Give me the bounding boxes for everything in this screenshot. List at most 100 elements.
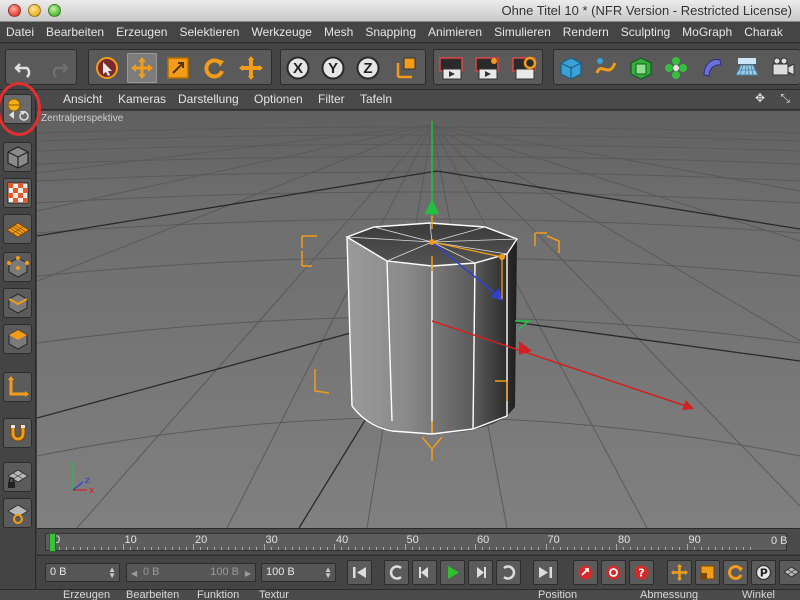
go-to-start-button[interactable] <box>347 560 372 585</box>
selection-tool-button[interactable] <box>92 53 122 83</box>
viewport-menu-ansicht[interactable]: Ansicht <box>63 92 102 106</box>
workplane-mode-button[interactable] <box>3 214 32 244</box>
timeline-tick-mark <box>686 544 688 550</box>
polygon-mode-button[interactable] <box>3 324 32 354</box>
axis-z-button[interactable]: Z <box>353 53 383 83</box>
menu-werkzeuge[interactable]: Werkzeuge <box>245 22 317 42</box>
edge-mode-button[interactable] <box>3 288 32 318</box>
render-view-button[interactable] <box>436 53 466 83</box>
move-tool-button[interactable] <box>127 53 157 83</box>
viewport-menu-tafeln[interactable]: Tafeln <box>360 92 392 106</box>
axis-y-button[interactable]: Y <box>318 53 348 83</box>
timeline-minor-tick <box>644 547 646 550</box>
menu-snapping[interactable]: Snapping <box>359 22 422 42</box>
auto-key-button[interactable] <box>601 560 626 585</box>
viewport-navigation-controls[interactable]: ✥ ⤡ <box>755 91 796 106</box>
scale-tool-button[interactable] <box>163 53 193 83</box>
model-mode-button[interactable] <box>3 142 32 172</box>
key-parameter-button[interactable]: P <box>751 560 776 585</box>
object-axis-button[interactable] <box>3 372 32 402</box>
timeline-tick-mark <box>616 544 617 550</box>
end-frame-field[interactable]: 100 B ▲ ▼ <box>261 563 336 582</box>
transport-bar: 0 B ▲ ▼ ◀ 0 B 100 B ▶ 100 B ▲ ▼ ? P <box>37 555 800 589</box>
point-mode-button[interactable] <box>3 252 32 282</box>
timeline-minor-tick <box>185 547 187 550</box>
previous-frame-button[interactable] <box>412 560 437 585</box>
timeline-minor-tick <box>94 547 96 550</box>
menu-bearbeiten[interactable]: Bearbeiten <box>40 22 110 42</box>
camera-object-button[interactable] <box>768 53 798 83</box>
record-keys-button[interactable] <box>573 560 598 585</box>
axis-y-label: Y <box>327 59 338 77</box>
render-settings-button[interactable] <box>509 53 539 83</box>
live-selection-button[interactable] <box>236 53 266 83</box>
key-scale-icon <box>700 565 715 580</box>
minimize-window-button[interactable] <box>28 4 41 17</box>
floor-object-button[interactable] <box>732 53 762 83</box>
spline-pen-button[interactable] <box>591 53 621 83</box>
next-key-button[interactable] <box>496 560 521 585</box>
material-menu-textur[interactable]: Textur <box>259 590 289 600</box>
start-frame-field[interactable]: 0 B ▲ ▼ <box>45 563 120 582</box>
key-scale-button[interactable] <box>695 560 720 585</box>
timeline-tick-label: 30 <box>265 534 278 546</box>
viewport-menu-darstellung[interactable]: Darstellung <box>178 92 239 106</box>
cloner-button[interactable] <box>661 53 691 83</box>
points-cube-icon <box>6 256 29 278</box>
timeline-minor-tick <box>432 547 434 550</box>
play-button[interactable] <box>440 560 465 585</box>
timeline-track[interactable]: 0 10 20 30 40 50 60 70 80 90 <box>45 533 787 552</box>
end-frame-spinner-icon[interactable]: ▲ ▼ <box>324 566 332 580</box>
texture-mode-button[interactable] <box>3 178 32 208</box>
cube-object-button[interactable] <box>556 53 586 83</box>
deformer-button[interactable] <box>697 53 727 83</box>
subdivision-surface-button[interactable] <box>626 53 656 83</box>
frame-range-slider[interactable]: ◀ 0 B 100 B ▶ <box>126 563 256 582</box>
workplane-rotate-button[interactable] <box>3 498 32 528</box>
menu-selektieren[interactable]: Selektieren <box>173 22 245 42</box>
menu-sculpting[interactable]: Sculpting <box>615 22 676 42</box>
step-forward-icon <box>477 567 486 578</box>
material-menu-bearbeiten[interactable]: Bearbeiten <box>126 590 179 600</box>
menu-charakter[interactable]: Charak <box>738 22 789 42</box>
timeline-minor-tick <box>108 547 110 550</box>
previous-key-button[interactable] <box>384 560 409 585</box>
key-position-button[interactable] <box>667 560 692 585</box>
menu-erzeugen[interactable]: Erzeugen <box>110 22 173 42</box>
next-frame-button[interactable] <box>468 560 493 585</box>
timeline[interactable]: 0 10 20 30 40 50 60 70 80 90 0 B <box>37 528 800 554</box>
snapping-button[interactable] <box>3 418 32 448</box>
viewport-menu-optionen[interactable]: Optionen <box>254 92 303 106</box>
menu-rendern[interactable]: Rendern <box>557 22 615 42</box>
start-frame-spinner-icon[interactable]: ▲ ▼ <box>108 566 116 580</box>
menu-mograph[interactable]: MoGraph <box>676 22 738 42</box>
redo-button[interactable] <box>43 53 73 83</box>
timeline-playhead[interactable] <box>49 533 56 552</box>
menu-simulieren[interactable]: Simulieren <box>488 22 557 42</box>
undo-button[interactable] <box>10 53 40 83</box>
rotate-tool-button[interactable] <box>199 53 229 83</box>
keyframe-selection-button[interactable]: ? <box>629 560 654 585</box>
menu-mesh[interactable]: Mesh <box>318 22 359 42</box>
redo-icon <box>52 63 69 78</box>
maximize-window-button[interactable] <box>48 4 61 17</box>
close-window-button[interactable] <box>8 4 21 17</box>
locked-workplane-button[interactable] <box>3 462 32 492</box>
viewport-menu-filter[interactable]: Filter <box>318 92 345 106</box>
key-rotation-button[interactable] <box>723 560 748 585</box>
render-picture-viewer-button[interactable] <box>472 53 502 83</box>
timeline-minor-tick <box>728 547 730 550</box>
coordinate-system-button[interactable] <box>390 53 420 83</box>
axis-x-button[interactable]: X <box>283 53 313 83</box>
make-editable-button[interactable] <box>3 94 32 124</box>
material-menu-funktion[interactable]: Funktion <box>197 590 239 600</box>
menu-animieren[interactable]: Animieren <box>422 22 488 42</box>
timeline-minor-tick <box>115 547 117 550</box>
go-to-end-button[interactable] <box>533 560 558 585</box>
viewport-menu-kameras[interactable]: Kameras <box>118 92 166 106</box>
key-pla-button[interactable] <box>779 560 800 585</box>
material-menu-erzeugen[interactable]: Erzeugen <box>63 590 110 600</box>
menu-datei[interactable]: Datei <box>0 22 40 42</box>
3d-viewport[interactable]: Zentralperspektive y x z <box>37 111 800 528</box>
deformer-bend-icon <box>703 59 722 77</box>
